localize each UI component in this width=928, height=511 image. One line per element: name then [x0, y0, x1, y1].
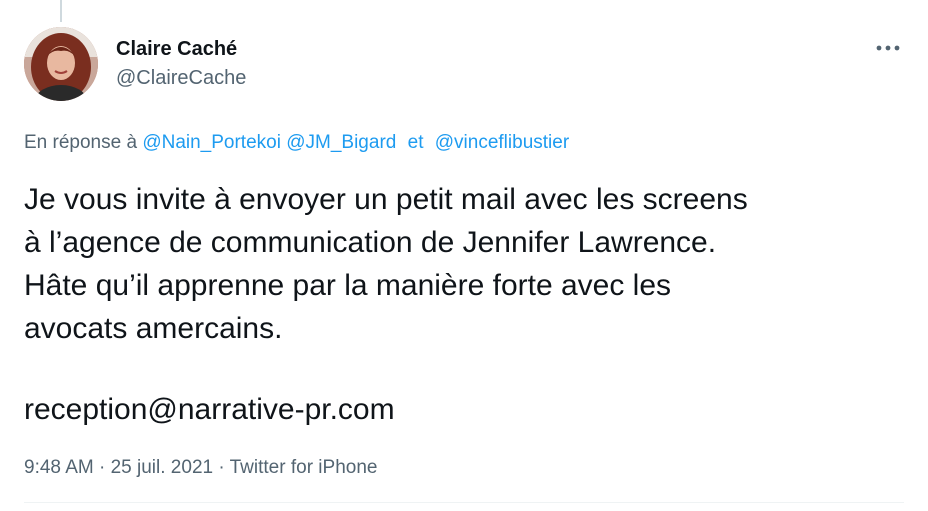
tweet-text-line: avocats amercains. — [24, 312, 283, 345]
mention-link[interactable]: @JM_Bigard — [286, 132, 396, 153]
tweet-time[interactable]: 9:48 AM — [24, 457, 94, 478]
tweet-source[interactable]: Twitter for iPhone — [230, 457, 378, 478]
avatar[interactable] — [24, 27, 98, 101]
meta-separator: · — [99, 457, 106, 478]
author-handle[interactable]: @ClaireCache — [116, 66, 246, 90]
meta-separator: · — [218, 457, 225, 478]
author-name[interactable]: Claire Caché — [116, 37, 237, 61]
tweet-text-line: Je vous invite à envoyer un petit mail a… — [24, 183, 748, 216]
reply-context: En réponse à @Nain_Portekoi @JM_Bigard e… — [24, 131, 569, 155]
profile-photo-icon — [24, 27, 98, 101]
reply-prefix: En réponse à — [24, 132, 138, 153]
mention-link[interactable]: @Nain_Portekoi — [142, 132, 281, 153]
more-options-button[interactable] — [868, 36, 908, 60]
tweet-text-line: à l’agence de communication de Jennifer … — [24, 226, 717, 259]
more-horizontal-icon — [876, 45, 900, 51]
mention-link[interactable]: @vinceflibustier — [435, 132, 569, 153]
divider — [24, 502, 904, 503]
tweet-text: Je vous invite à envoyer un petit mail a… — [24, 178, 914, 350]
thread-connector-line — [60, 0, 62, 22]
tweet-date[interactable]: 25 juil. 2021 — [111, 457, 213, 478]
tweet-text-line: Hâte qu’il apprenne par la manière forte… — [24, 269, 672, 302]
reply-conjunction: et — [407, 132, 424, 153]
tweet-meta: 9:48 AM · 25 juil. 2021 · Twitter for iP… — [24, 456, 377, 480]
tweet-email-text: reception@narrative-pr.com — [24, 393, 395, 426]
